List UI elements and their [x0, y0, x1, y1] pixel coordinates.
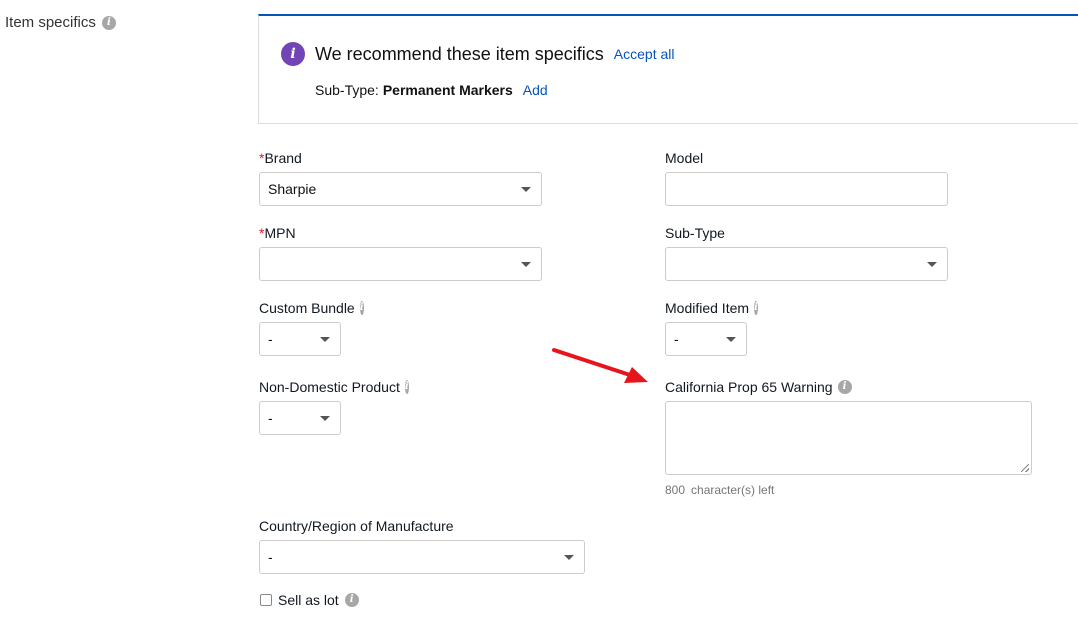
- sell-as-lot-label: Sell as lot: [278, 592, 339, 608]
- non-domestic-label-text: Non-Domestic Product: [259, 379, 400, 395]
- field-model: Model: [665, 149, 948, 206]
- info-icon[interactable]: i: [344, 593, 359, 607]
- recommendation-value: Permanent Markers: [382, 82, 513, 98]
- sell-as-lot-row: Sell as lot i: [260, 592, 359, 608]
- sub-type-label: Sub-Type: [665, 224, 948, 242]
- sub-type-label-text: Sub-Type: [665, 225, 725, 241]
- non-domestic-select[interactable]: -: [259, 401, 341, 435]
- brand-label: *Brand: [259, 149, 542, 167]
- brand-select[interactable]: Sharpie: [259, 172, 542, 206]
- char-count: 800 character(s) left: [665, 483, 1032, 497]
- chevron-down-icon: [320, 337, 330, 342]
- recommendation-header: i We recommend these item specifics Acce…: [281, 42, 674, 66]
- chevron-down-icon: [927, 262, 937, 267]
- model-label: Model: [665, 149, 948, 167]
- mpn-label-text: MPN: [264, 225, 296, 241]
- chevron-down-icon: [320, 416, 330, 421]
- sell-as-lot-checkbox[interactable]: [260, 594, 272, 606]
- prop65-textarea[interactable]: [665, 401, 1032, 475]
- chevron-down-icon: [521, 262, 531, 267]
- country-label-text: Country/Region of Manufacture: [259, 518, 454, 534]
- chars-left-label: character(s) left: [691, 483, 775, 497]
- field-prop65-warning: California Prop 65 Warning i 800 characte…: [665, 378, 1032, 497]
- brand-label-text: Brand: [264, 150, 302, 166]
- mpn-label: *MPN: [259, 224, 542, 242]
- info-icon[interactable]: i: [837, 380, 852, 394]
- chevron-down-icon: [521, 187, 531, 192]
- red-arrow-annotation-icon: [552, 348, 648, 383]
- prop65-label-text: California Prop 65 Warning: [665, 379, 833, 395]
- field-mpn: *MPN: [259, 224, 542, 281]
- modified-item-select[interactable]: -: [665, 322, 747, 356]
- prop65-label: California Prop 65 Warning i: [665, 378, 1032, 396]
- chevron-down-icon: [726, 337, 736, 342]
- mpn-select[interactable]: [259, 247, 542, 281]
- info-icon[interactable]: i: [404, 380, 409, 394]
- brand-select-value: Sharpie: [268, 181, 317, 197]
- recommendation-key: Sub-Type:: [315, 82, 379, 98]
- field-modified-item: Modified Item i -: [665, 299, 758, 356]
- custom-bundle-label: Custom Bundle i: [259, 299, 364, 317]
- field-sub-type: Sub-Type: [665, 224, 948, 281]
- custom-bundle-label-text: Custom Bundle: [259, 300, 355, 316]
- field-custom-bundle: Custom Bundle i -: [259, 299, 364, 356]
- field-non-domestic-product: Non-Domestic Product i -: [259, 378, 409, 435]
- section-label-item-specifics: Item specifics i: [5, 14, 116, 31]
- country-label: Country/Region of Manufacture: [259, 517, 585, 535]
- recommendation-panel: i We recommend these item specifics Acce…: [258, 14, 1078, 124]
- field-country-of-manufacture: Country/Region of Manufacture -: [259, 517, 585, 574]
- recommendation-title: We recommend these item specifics: [315, 43, 604, 64]
- info-icon: i: [281, 42, 305, 66]
- add-suggestion-link[interactable]: Add: [523, 82, 548, 98]
- info-icon[interactable]: i: [101, 15, 116, 30]
- modified-item-label: Modified Item i: [665, 299, 758, 317]
- resize-handle-icon[interactable]: [1021, 464, 1029, 472]
- non-domestic-label: Non-Domestic Product i: [259, 378, 409, 396]
- country-select-value: -: [268, 549, 273, 565]
- item-specifics-page: Item specifics i i We recommend these it…: [0, 0, 1078, 627]
- info-icon[interactable]: i: [754, 301, 758, 315]
- chevron-down-icon: [564, 555, 574, 560]
- model-input[interactable]: [665, 172, 948, 206]
- info-icon[interactable]: i: [359, 301, 364, 315]
- chars-left-count: 800: [665, 483, 686, 497]
- country-select[interactable]: -: [259, 540, 585, 574]
- recommendation-item: Sub-Type: Permanent Markers Add: [315, 82, 548, 98]
- model-label-text: Model: [665, 150, 704, 166]
- modified-item-label-text: Modified Item: [665, 300, 750, 316]
- sub-type-select[interactable]: [665, 247, 948, 281]
- accept-all-link[interactable]: Accept all: [614, 46, 675, 62]
- section-title: Item specifics: [5, 14, 96, 31]
- custom-bundle-select[interactable]: -: [259, 322, 341, 356]
- field-brand: *Brand Sharpie: [259, 149, 542, 206]
